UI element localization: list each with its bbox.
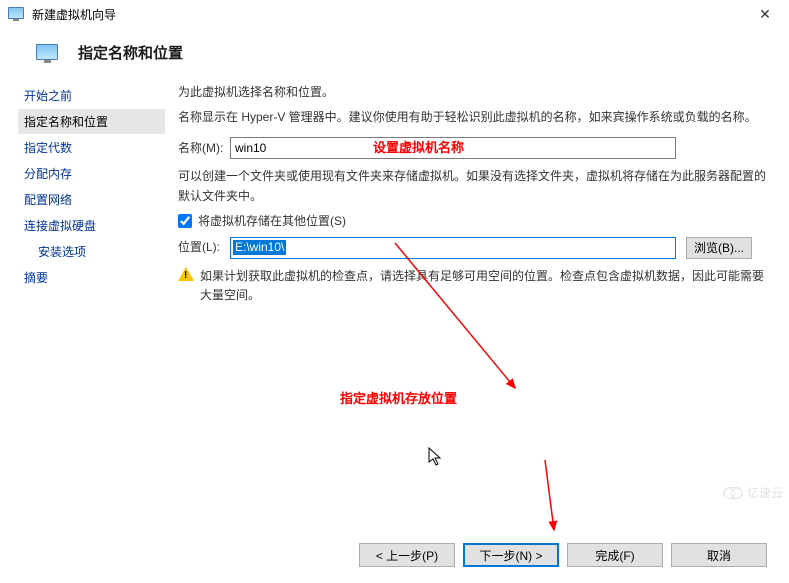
wizard-icon [36,44,58,62]
next-button[interactable]: 下一步(N) > [463,543,559,567]
warning-row: 如果计划获取此虚拟机的检查点，请选择具有足够可用空间的位置。检查点包含虚拟机数据… [178,267,767,305]
cursor-icon [428,447,444,472]
step-name-location[interactable]: 指定名称和位置 [18,109,165,134]
folder-hint: 可以创建一个文件夹或使用现有文件夹来存储虚拟机。如果没有选择文件夹，虚拟机将存储… [178,167,767,205]
browse-button[interactable]: 浏览(B)... [686,237,752,259]
step-install-options[interactable]: 安装选项 [18,239,165,264]
watermark: 亿速云 [723,484,783,501]
location-value: E:\win10\ [233,240,286,255]
window-title: 新建虚拟机向导 [32,6,116,23]
prev-button[interactable]: < 上一步(P) [359,543,455,567]
store-elsewhere-label: 将虚拟机存储在其他位置(S) [198,212,346,231]
step-memory[interactable]: 分配内存 [18,161,165,186]
annotation-arrow-next [535,455,575,540]
name-label: 名称(M): [178,139,230,158]
close-button[interactable]: ✕ [745,2,785,26]
warning-text: 如果计划获取此虚拟机的检查点，请选择具有足够可用空间的位置。检查点包含虚拟机数据… [200,267,767,305]
store-elsewhere-checkbox[interactable] [178,214,192,228]
titlebar: 新建虚拟机向导 ✕ [0,0,789,28]
cancel-button[interactable]: 取消 [671,543,767,567]
name-input[interactable] [230,137,676,159]
wizard-steps: 开始之前 指定名称和位置 指定代数 分配内存 配置网络 连接虚拟硬盘 安装选项 … [0,73,170,305]
step-generation[interactable]: 指定代数 [18,135,165,160]
location-row: 位置(L): E:\win10\ 浏览(B)... [178,237,767,259]
page-heading: 指定名称和位置 [78,42,183,63]
app-icon [8,7,24,21]
step-network[interactable]: 配置网络 [18,187,165,212]
location-input[interactable]: E:\win10\ [230,237,676,259]
annotation-location: 指定虚拟机存放位置 [340,389,457,410]
name-row: 名称(M): 设置虚拟机名称 [178,137,767,159]
sub-text: 名称显示在 Hyper-V 管理器中。建议你使用有助于轻松识别此虚拟机的名称，如… [178,108,767,127]
location-label: 位置(L): [178,238,230,257]
watermark-text: 亿速云 [747,484,783,501]
finish-button[interactable]: 完成(F) [567,543,663,567]
intro-text: 为此虚拟机选择名称和位置。 [178,83,767,102]
wizard-main: 为此虚拟机选择名称和位置。 名称显示在 Hyper-V 管理器中。建议你使用有助… [170,73,789,305]
wizard-header: 指定名称和位置 [0,28,789,73]
store-elsewhere-row: 将虚拟机存储在其他位置(S) [178,212,767,231]
step-before-begin[interactable]: 开始之前 [18,83,165,108]
step-virtual-disk[interactable]: 连接虚拟硬盘 [18,213,165,238]
step-summary[interactable]: 摘要 [18,265,165,290]
wizard-buttons: < 上一步(P) 下一步(N) > 完成(F) 取消 [359,543,767,567]
warning-icon [178,267,194,283]
watermark-icon [723,487,743,499]
